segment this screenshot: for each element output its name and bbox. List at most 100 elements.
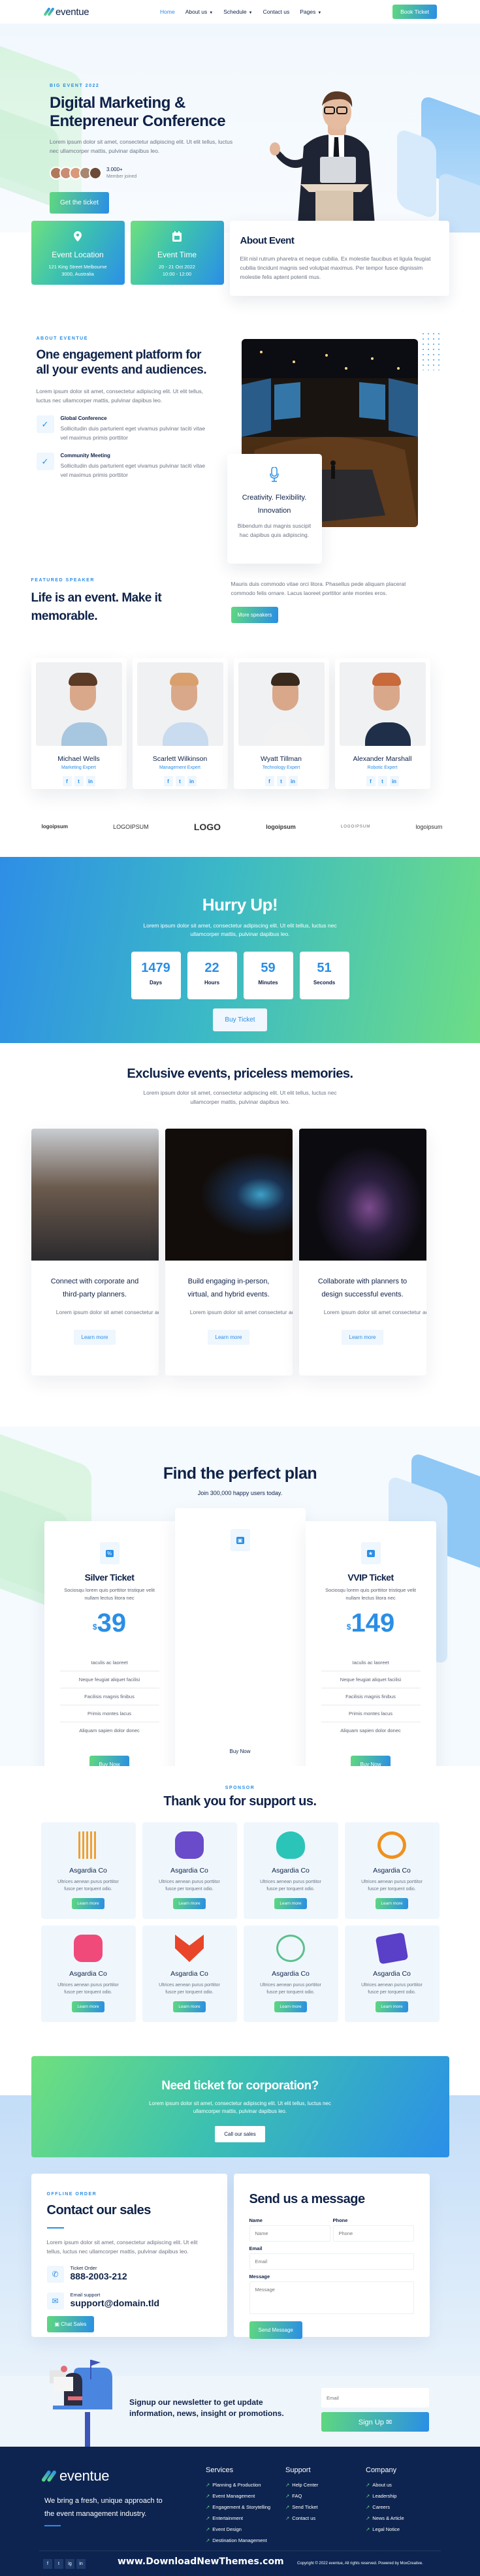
plan-price: $39 [44, 1609, 175, 1637]
twitter-icon[interactable]: t [54, 2559, 63, 2569]
phone-input[interactable] [332, 2225, 414, 2242]
footer-link[interactable]: ↗ Engagement & Storytelling [206, 2504, 270, 2510]
message-textarea[interactable] [249, 2281, 414, 2314]
form-title: Send us a message [249, 2192, 366, 2206]
linkedin-icon[interactable]: in [76, 2559, 86, 2569]
message-label: Message [249, 2274, 270, 2279]
sponsor-name: Asgardia Co [272, 1970, 310, 1978]
more-speakers-button[interactable]: More speakers [231, 607, 279, 623]
linkedin-icon[interactable]: in [288, 776, 298, 786]
footer-link-label: Entertainment [212, 2515, 243, 2521]
facebook-icon[interactable]: f [62, 776, 72, 786]
newsletter-email-input[interactable] [321, 2388, 429, 2407]
learn-more-button[interactable]: Learn more [207, 1330, 250, 1345]
plan-description: Sociosqu lorem quis porttitor tristique … [325, 1587, 416, 1601]
footer-link[interactable]: ↗ Event Management [206, 2493, 270, 2499]
footer-social: f t ig in [43, 2559, 86, 2569]
sign-up-button[interactable]: Sign Up ✉ [321, 2412, 429, 2432]
exclusive-cards: Connect with corporate and third-party p… [31, 1129, 449, 1376]
sponsor-learn-more-button[interactable]: Learn more [274, 2001, 307, 2012]
circle-bars-logo [377, 1831, 406, 1859]
chat-sales-button[interactable]: ▣ Chat Sales [46, 2316, 95, 2332]
feature-title: Community Meeting [60, 453, 110, 459]
call-sales-button[interactable]: Call our sales [215, 2126, 265, 2142]
footer-logo[interactable]: eventue [40, 2468, 110, 2485]
email-address[interactable]: support@domain.tld [71, 2298, 160, 2308]
facebook-icon[interactable]: f [366, 776, 376, 786]
twitter-icon[interactable]: t [377, 776, 387, 786]
sponsor-learn-more-button[interactable]: Learn more [72, 1898, 104, 1909]
linkedin-icon[interactable]: in [187, 776, 197, 786]
countdown-label: Seconds [313, 980, 336, 986]
nav-label: Pages [300, 8, 316, 15]
name-input[interactable] [249, 2225, 330, 2242]
nav-item-home[interactable]: Home [160, 8, 175, 15]
footer-link[interactable]: ↗ About us [366, 2482, 404, 2488]
arrow-up-right-icon: ↗ [366, 2504, 370, 2510]
nav-item-pages[interactable]: Pages ▼ [300, 8, 321, 15]
twitter-icon[interactable]: t [276, 776, 286, 786]
linkedin-icon[interactable]: in [389, 776, 399, 786]
buy-ticket-button[interactable]: Buy Ticket [213, 1008, 267, 1031]
speaker-photo [136, 662, 223, 746]
footer-link[interactable]: ↗ Leadership [366, 2493, 404, 2499]
speaker-name: Alexander Marshall [353, 755, 412, 763]
phone-number[interactable]: 888-2003-212 [71, 2271, 127, 2281]
footer-column-title: Services [206, 2466, 234, 2474]
buy-now-button[interactable]: Buy Now [220, 1743, 260, 1760]
nav-item-about[interactable]: About us ▼ [185, 8, 214, 15]
plan-description: Sociosqu lorem quis porttitor tristique … [195, 1574, 285, 1588]
brand-logo[interactable]: eventue [43, 7, 89, 18]
get-ticket-button[interactable]: Get the ticket [50, 192, 109, 214]
twitter-icon[interactable]: t [74, 776, 84, 786]
footer-link[interactable]: ↗ Legal Notice [366, 2526, 404, 2532]
speaker-role: Technology Expert [262, 765, 300, 770]
about-kicker: ABOUT EVENTUE [36, 336, 88, 341]
name-label: Name [249, 2217, 263, 2223]
email-input[interactable] [249, 2253, 414, 2270]
nav-item-schedule[interactable]: Schedule ▼ [223, 8, 252, 15]
twitter-icon[interactable]: t [175, 776, 185, 786]
footer-link[interactable]: ↗ Send Ticket [285, 2504, 318, 2510]
footer-link[interactable]: ↗ Help Center [285, 2482, 318, 2488]
book-ticket-button[interactable]: Book Ticket [392, 5, 437, 19]
sponsor-learn-more-button[interactable]: Learn more [274, 1898, 307, 1909]
footer-link[interactable]: ↗ Destination Management [206, 2537, 270, 2543]
price-value: 79 [227, 1596, 257, 1624]
sponsor-name: Asgardia Co [373, 1867, 411, 1875]
footer-link[interactable]: ↗ Planning & Production [206, 2482, 270, 2488]
footer-link[interactable]: ↗ Event Design [206, 2526, 270, 2532]
pricing-section: Find the perfect plan Join 300,000 happy… [0, 1426, 480, 1766]
buy-now-button[interactable]: Buy Now [351, 1756, 391, 1766]
footer-link[interactable]: ↗ Careers [366, 2504, 404, 2510]
linkedin-icon[interactable]: in [86, 776, 95, 786]
contact-row: OFFLINE ORDER Contact our sales Lorem ip… [31, 2174, 449, 2339]
sponsor-learn-more-button[interactable]: Learn more [376, 1898, 408, 1909]
check-icon: ✓ [36, 415, 54, 433]
sponsor-learn-more-button[interactable]: Learn more [173, 1898, 206, 1909]
corporate-contact-section: Need ticket for corporation? Lorem ipsum… [0, 2056, 480, 2396]
avatar [89, 167, 102, 180]
nav-item-contact[interactable]: Contact us [263, 8, 290, 15]
fox-logo [175, 1935, 204, 1962]
learn-more-button[interactable]: Learn more [341, 1330, 384, 1345]
facebook-icon[interactable]: f [43, 2559, 52, 2569]
discount-ticket-icon: % [99, 1542, 120, 1564]
chevron-down-icon: ▼ [209, 11, 214, 15]
facebook-icon[interactable]: f [264, 776, 274, 786]
instagram-icon[interactable]: ig [65, 2559, 74, 2569]
sponsor-learn-more-button[interactable]: Learn more [72, 2001, 104, 2012]
footer-link[interactable]: ↗ Contact us [285, 2515, 318, 2521]
footer-link[interactable]: ↗ News & Article [366, 2515, 404, 2521]
footer-link[interactable]: ↗ Entertainment [206, 2515, 270, 2521]
footer-link[interactable]: ↗ FAQ [285, 2493, 318, 2499]
buy-now-button[interactable]: Buy Now [89, 1756, 129, 1766]
feature-text: Sollicitudin duis parturient eget vivamu… [60, 462, 206, 478]
send-message-button[interactable]: Send Message [249, 2321, 302, 2339]
facebook-icon[interactable]: f [163, 776, 173, 786]
sponsor-learn-more-button[interactable]: Learn more [376, 2001, 408, 2012]
sponsor-learn-more-button[interactable]: Learn more [173, 2001, 206, 2012]
speaker-photo [35, 662, 122, 746]
learn-more-button[interactable]: Learn more [73, 1330, 116, 1345]
speakers-heading: FEATURED SPEAKER Life is an event. Make … [31, 578, 227, 626]
